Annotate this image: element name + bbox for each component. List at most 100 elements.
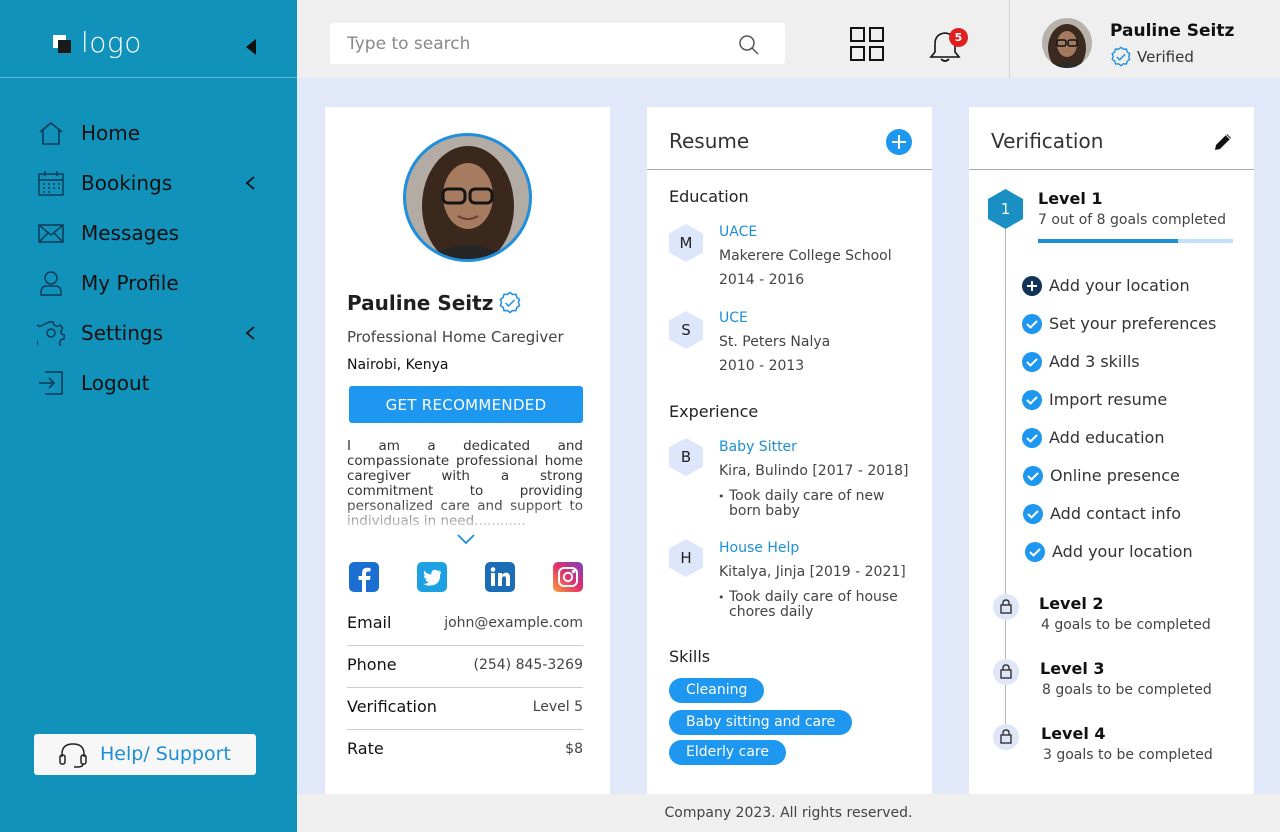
user-name: Pauline Seitz <box>1110 21 1235 41</box>
experience-detail: Took daily care of new born baby <box>718 489 909 519</box>
sidebar-item-bookings[interactable]: Bookings <box>0 158 297 208</box>
experience-place: Kitalya, Jinja [2019 - 2021] <box>719 564 906 580</box>
goal-label: Add contact info <box>1050 504 1182 523</box>
skill-chip[interactable]: Cleaning <box>669 678 765 703</box>
level-title: Level 3 <box>1040 659 1105 678</box>
education-school: St. Peters Nalya <box>719 334 831 350</box>
level-status: 3 goals to be completed <box>1043 747 1213 763</box>
collapse-sidebar-button[interactable] <box>246 39 256 55</box>
rate-row: Rate $8 <box>347 730 583 772</box>
profile-name: Pauline Seitz <box>347 291 494 315</box>
goal-label: Set your preferences <box>1049 314 1217 333</box>
phone-row: Phone (254) 845-3269 <box>347 646 583 688</box>
notification-badge: 5 <box>949 28 968 47</box>
sidebar: logo Home Bookings Messages My Profile S… <box>0 0 297 832</box>
mail-icon <box>38 224 64 243</box>
verification-row: Verification Level 5 <box>347 688 583 730</box>
instagram-icon[interactable] <box>553 562 583 592</box>
profile-location: Nairobi, Kenya <box>347 357 449 373</box>
lock-icon <box>993 659 1019 685</box>
lock-icon <box>993 724 1019 750</box>
help-support-button[interactable]: Help/ Support <box>34 734 256 775</box>
experience-badge: B <box>669 438 703 476</box>
skills-title: Skills <box>669 647 711 666</box>
home-icon <box>39 121 63 145</box>
phone-value[interactable]: (254) 845-3269 <box>474 657 584 673</box>
verified-badge-icon <box>499 291 521 314</box>
pencil-icon[interactable] <box>1212 131 1234 153</box>
level-title: Level 2 <box>1039 594 1104 613</box>
skill-chip[interactable]: Elderly care <box>669 740 786 765</box>
goal-label: Import resume <box>1049 390 1168 409</box>
get-recommended-button[interactable]: GET RECOMMENDED <box>349 386 583 423</box>
phone-label: Phone <box>347 655 397 674</box>
search-input[interactable] <box>347 32 727 56</box>
email-value[interactable]: john@example.com <box>444 615 583 631</box>
check-circle-icon <box>1022 428 1042 448</box>
calendar-icon <box>38 171 64 196</box>
education-badge: S <box>669 311 703 349</box>
apps-grid-icon[interactable] <box>850 27 884 61</box>
verification-card: Verification 1 Level 1 7 out of 8 goals … <box>969 107 1254 797</box>
email-row: Email john@example.com <box>347 604 583 646</box>
level-status: 8 goals to be completed <box>1042 682 1212 698</box>
goal-label: Add your location <box>1049 276 1190 295</box>
topbar: 5 Pauline Seitz Verified <box>297 0 1280 78</box>
check-circle-icon <box>1022 390 1042 410</box>
linkedin-icon[interactable] <box>485 562 515 592</box>
logo-text: logo <box>81 26 142 59</box>
sidebar-item-label: Messages <box>81 221 180 245</box>
search-icon[interactable] <box>738 34 760 56</box>
level-status: 4 goals to be completed <box>1041 617 1211 633</box>
facebook-icon[interactable] <box>349 562 379 592</box>
sidebar-item-messages[interactable]: Messages <box>0 208 297 258</box>
sidebar-item-label: Logout <box>81 371 150 395</box>
check-circle-icon <box>1022 352 1042 372</box>
profile-title: Professional Home Caregiver <box>347 328 564 346</box>
sidebar-item-my-profile[interactable]: My Profile <box>0 258 297 308</box>
user-status: Verified <box>1137 48 1194 66</box>
education-title: Education <box>669 187 749 206</box>
chevron-down-icon[interactable] <box>457 533 475 545</box>
experience-role[interactable]: House Help <box>719 540 799 556</box>
level-status: 7 out of 8 goals completed <box>1038 212 1226 228</box>
sidebar-nav: Home Bookings Messages My Profile Settin… <box>0 108 297 408</box>
logo-icon <box>53 35 71 53</box>
profile-card: Pauline Seitz Professional Home Caregive… <box>325 107 610 797</box>
search-bar <box>330 23 785 64</box>
help-support-label: Help/ Support <box>100 743 231 765</box>
verification-header: Verification <box>969 107 1254 170</box>
resume-title: Resume <box>669 129 750 153</box>
experience-title: Experience <box>669 402 759 421</box>
goal-label: Add 3 skills <box>1049 352 1140 371</box>
experience-detail: Took daily care of house chores daily <box>718 590 909 620</box>
sidebar-item-logout[interactable]: Logout <box>0 358 297 408</box>
rate-value: $8 <box>565 741 583 757</box>
level-title: Level 1 <box>1038 189 1103 208</box>
level-title: Level 4 <box>1041 724 1106 743</box>
user-icon <box>40 271 62 296</box>
logout-icon <box>39 371 63 395</box>
level-progress-fill <box>1038 239 1179 243</box>
education-name[interactable]: UACE <box>719 224 757 240</box>
resume-card: Resume Education M UACE Makerere College… <box>647 107 932 797</box>
add-circle-icon <box>1022 276 1042 296</box>
skill-chip[interactable]: Baby sitting and care <box>669 710 853 735</box>
level-progress-bar <box>1038 239 1233 243</box>
sidebar-item-label: Home <box>81 121 141 145</box>
headset-icon <box>59 743 87 768</box>
sidebar-item-home[interactable]: Home <box>0 108 297 158</box>
add-resume-item-button[interactable] <box>886 129 912 155</box>
sidebar-item-label: Bookings <box>81 171 173 195</box>
check-circle-icon <box>1022 314 1042 334</box>
profile-photo <box>403 133 532 262</box>
education-name[interactable]: UCE <box>719 310 748 326</box>
check-circle-icon <box>1023 466 1043 486</box>
experience-role[interactable]: Baby Sitter <box>719 439 797 455</box>
sidebar-item-settings[interactable]: Settings <box>0 308 297 358</box>
education-years: 2010 - 2013 <box>719 358 805 374</box>
education-school: Makerere College School <box>719 248 892 264</box>
avatar[interactable] <box>1042 18 1092 68</box>
twitter-icon[interactable] <box>417 562 447 592</box>
profile-bio: I am a dedicated and compassionate profe… <box>347 439 583 527</box>
